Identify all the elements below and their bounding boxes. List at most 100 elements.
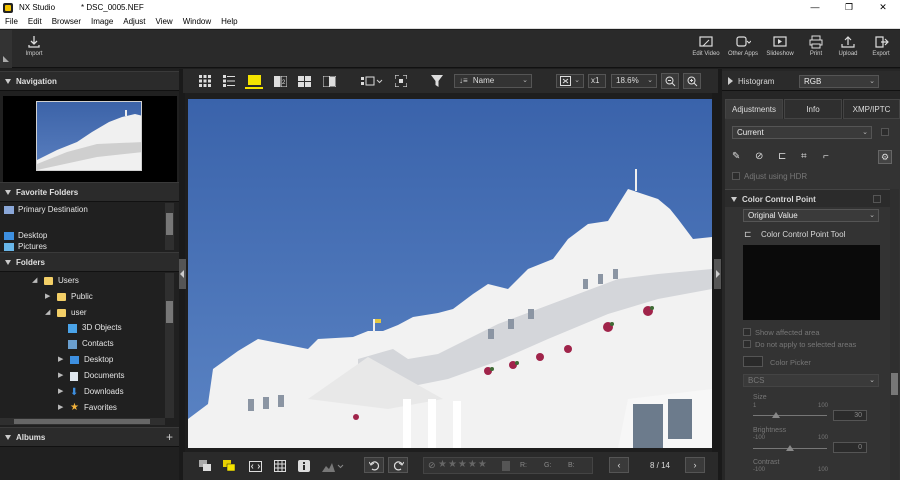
scrollbar-thumb[interactable] xyxy=(891,373,898,395)
maximize-button[interactable]: ❐ xyxy=(832,0,866,15)
settings-gear-icon[interactable]: ⚙ xyxy=(878,150,892,164)
scrollbar-thumb[interactable] xyxy=(166,213,173,235)
favorite-primary-destination[interactable]: Primary Destination xyxy=(4,204,88,216)
upload-button[interactable]: Upload xyxy=(831,35,865,57)
adjustment-preset-dropdown[interactable]: Current ⌄ xyxy=(732,126,872,139)
zoom-in-button[interactable] xyxy=(683,73,701,89)
expand-arrow-icon[interactable]: ▶ xyxy=(58,353,66,367)
close-button[interactable]: ✕ xyxy=(866,0,900,15)
menu-view[interactable]: View xyxy=(151,17,178,26)
expand-arrow-icon[interactable]: ▶ xyxy=(45,290,53,304)
toolbar-side-tab[interactable] xyxy=(0,30,12,68)
tree-item-desktop[interactable]: ▶ Desktop xyxy=(58,353,113,367)
stack-button[interactable] xyxy=(197,458,213,474)
protect-icon[interactable] xyxy=(502,461,510,471)
menu-window[interactable]: Window xyxy=(178,17,216,26)
scrollbar-thumb[interactable] xyxy=(14,419,150,424)
thumbnail-grid-button[interactable] xyxy=(197,73,213,89)
retouch-brush-icon[interactable]: ⊘ xyxy=(755,151,763,162)
menu-browser[interactable]: Browser xyxy=(47,17,86,26)
tree-item-3d-objects[interactable]: 3D Objects xyxy=(68,321,122,335)
histogram-header[interactable]: Histogram RGB ⌄ xyxy=(722,71,900,91)
expand-arrow-icon[interactable]: ▶ xyxy=(58,385,66,399)
menu-help[interactable]: Help xyxy=(216,17,242,26)
zoom-1x-button[interactable]: x1 xyxy=(588,74,606,88)
color-model-dropdown[interactable]: BCS ⌄ xyxy=(743,374,879,387)
rotate-left-button[interactable] xyxy=(364,457,384,473)
tree-item-documents[interactable]: ▶ Documents xyxy=(58,369,124,383)
tree-item-contacts[interactable]: Contacts xyxy=(68,337,114,351)
picture-control-icon[interactable]: ✎ xyxy=(732,151,740,162)
minimize-button[interactable]: — xyxy=(798,0,832,15)
show-affected-checkbox[interactable] xyxy=(743,328,751,336)
expand-arrow-icon[interactable]: ▶ xyxy=(58,369,66,383)
single-image-view-button[interactable] xyxy=(245,73,263,89)
tab-info[interactable]: Info xyxy=(784,99,842,119)
label-color-button[interactable] xyxy=(221,458,237,474)
filmstrip-layout-button[interactable] xyxy=(359,73,385,89)
menu-image[interactable]: Image xyxy=(86,17,118,26)
sort-order-dropdown[interactable]: ↓≡ Name ⌄ xyxy=(454,74,532,88)
hdr-checkbox[interactable] xyxy=(732,172,740,180)
ccp-tool-label[interactable]: Color Control Point Tool xyxy=(761,230,845,239)
color-picker-label[interactable]: Color Picker xyxy=(770,358,811,367)
tab-xmp-iptc[interactable]: XMP/IPTC xyxy=(843,99,900,119)
expand-arrow-icon[interactable] xyxy=(728,77,733,85)
tree-item-user[interactable]: ◢ user xyxy=(45,306,87,320)
tree-item-downloads[interactable]: ▶ ⬇ Downloads xyxy=(58,385,124,399)
before-after-button[interactable] xyxy=(321,73,337,89)
previous-image-button[interactable]: ‹ xyxy=(609,457,629,473)
export-button[interactable]: Export xyxy=(864,35,898,57)
ccp-mode-dropdown[interactable]: Original Value ⌄ xyxy=(743,209,879,222)
size-slider-knob[interactable] xyxy=(772,412,780,418)
slideshow-button[interactable]: Slideshow xyxy=(763,35,797,57)
tree-item-users[interactable]: ◢ Users xyxy=(32,274,79,288)
crop-icon[interactable]: ⌗ xyxy=(801,151,807,162)
import-button[interactable]: Import xyxy=(17,35,51,57)
tree-item-public[interactable]: ▶ Public xyxy=(45,290,93,304)
favorite-pictures[interactable]: Pictures xyxy=(4,243,47,251)
add-album-button[interactable]: + xyxy=(166,430,173,444)
preset-checkbox[interactable] xyxy=(881,128,889,136)
favorites-scrollbar[interactable] xyxy=(165,203,174,250)
reject-icon[interactable]: ⊘ xyxy=(428,460,436,471)
size-slider[interactable] xyxy=(753,415,827,416)
expand-arrow-icon[interactable]: ◢ xyxy=(32,274,40,288)
collapse-arrow-icon[interactable] xyxy=(731,197,737,202)
folders-header[interactable]: Folders xyxy=(0,252,179,272)
filter-button[interactable] xyxy=(429,73,445,89)
tab-adjustments[interactable]: Adjustments xyxy=(725,99,783,119)
albums-header[interactable]: Albums xyxy=(0,427,179,447)
size-value-field[interactable]: 30 xyxy=(833,410,867,421)
brightness-slider-knob[interactable] xyxy=(786,445,794,451)
zoom-out-button[interactable] xyxy=(661,73,679,89)
folders-scrollbar[interactable] xyxy=(165,273,174,418)
right-panel-splitter[interactable] xyxy=(712,69,722,480)
brightness-value-field[interactable]: 0 xyxy=(833,442,867,453)
menu-edit[interactable]: Edit xyxy=(23,17,47,26)
other-apps-button[interactable]: Other Apps xyxy=(726,35,760,57)
fit-screen-dropdown[interactable]: ⌄ xyxy=(556,74,584,88)
zoom-level-dropdown[interactable]: 18.6% ⌄ xyxy=(611,74,657,88)
histogram-channel-dropdown[interactable]: RGB ⌄ xyxy=(799,75,879,88)
straighten-icon[interactable]: ⊏ xyxy=(778,151,786,162)
edit-video-button[interactable]: Edit Video xyxy=(689,35,723,57)
color-swatch[interactable] xyxy=(743,356,763,367)
info-overlay-button[interactable] xyxy=(296,458,312,474)
navigation-preview[interactable] xyxy=(3,96,177,188)
perspective-icon[interactable]: ⌐ xyxy=(823,151,829,162)
scrollbar-thumb[interactable] xyxy=(166,301,173,323)
menu-file[interactable]: File xyxy=(0,17,23,26)
menu-adjust[interactable]: Adjust xyxy=(118,17,150,26)
adjustments-scrollbar[interactable] xyxy=(890,189,899,480)
image-viewer[interactable] xyxy=(188,99,712,448)
collapse-left-handle[interactable] xyxy=(179,259,186,289)
expand-arrow-icon[interactable]: ◢ xyxy=(45,306,53,320)
not-apply-checkbox[interactable] xyxy=(743,340,751,348)
histogram-overlay-button[interactable] xyxy=(320,458,346,474)
compare-four-button[interactable] xyxy=(296,73,312,89)
print-button[interactable]: Print xyxy=(799,35,833,57)
expand-arrow-icon[interactable]: ▶ xyxy=(58,401,66,415)
collapse-right-handle[interactable] xyxy=(714,259,721,289)
metadata-overlay-button[interactable] xyxy=(247,458,263,474)
